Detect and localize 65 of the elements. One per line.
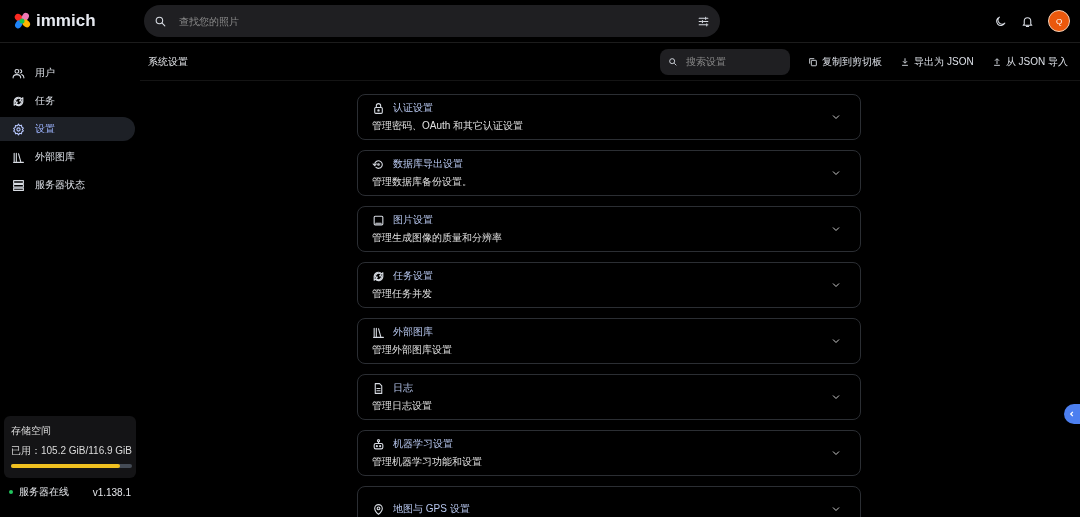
section-title: 机器学习设置 xyxy=(393,437,453,451)
settings-section[interactable]: 认证设置 管理密码、OAuth 和其它认证设置 xyxy=(357,94,861,140)
action-button[interactable]: 复制到剪切板 xyxy=(802,50,889,73)
section-title: 数据库导出设置 xyxy=(393,157,463,171)
sidebar-item[interactable]: 服务器状态 xyxy=(0,173,135,197)
sidebar-item[interactable]: 用户 xyxy=(0,61,135,85)
app-name: immich xyxy=(36,11,96,31)
settings-section[interactable]: 数据库导出设置 管理数据库备份设置。 xyxy=(357,150,861,196)
section-description: 管理外部图库设置 xyxy=(372,343,452,357)
upload-icon xyxy=(991,56,1002,67)
robot-icon xyxy=(372,437,385,451)
section-description: 管理日志设置 xyxy=(372,399,432,413)
image-icon xyxy=(372,213,385,227)
settings-search-input[interactable]: 搜索设置 xyxy=(684,55,783,68)
page-title: 系统设置 xyxy=(148,54,188,69)
sync-icon xyxy=(372,269,385,283)
avatar-button[interactable]: Q xyxy=(1048,10,1070,32)
document-icon xyxy=(372,381,385,395)
action-button[interactable]: 从 JSON 导入 xyxy=(985,50,1074,73)
filter-sliders-icon[interactable] xyxy=(697,14,710,28)
settings-section[interactable]: 任务设置 管理任务并发 xyxy=(357,262,861,308)
section-title: 图片设置 xyxy=(393,213,433,227)
section-description: 管理密码、OAuth 和其它认证设置 xyxy=(372,119,524,133)
moon-icon[interactable] xyxy=(994,14,1007,28)
books-icon xyxy=(372,325,385,339)
settings-section[interactable]: 地图与 GPS 设置 xyxy=(357,486,861,517)
settings-section[interactable]: 机器学习设置 管理机器学习功能和设置 xyxy=(357,430,861,476)
settings-section[interactable]: 外部图库 管理外部图库设置 xyxy=(357,318,861,364)
version-label: v1.138.1 xyxy=(92,486,131,498)
users-icon xyxy=(12,66,25,80)
section-description: 管理生成图像的质量和分辨率 xyxy=(372,231,502,245)
location-pin-icon xyxy=(372,502,385,516)
storage-usage: 已用：105.2 GiB/116.9 GiB xyxy=(11,444,132,458)
section-title: 任务设置 xyxy=(393,269,433,283)
sidebar-item[interactable]: 设置 xyxy=(0,117,135,141)
copy-icon xyxy=(808,56,819,67)
download-icon xyxy=(900,56,911,67)
sidebar-item[interactable]: 任务 xyxy=(0,89,135,113)
action-button[interactable]: 导出为 JSON xyxy=(894,50,980,73)
lock-icon xyxy=(372,101,385,115)
search-field[interactable]: 查找您的照片 xyxy=(144,5,720,37)
sync-icon xyxy=(12,94,25,108)
logo-icon xyxy=(12,11,32,31)
section-title: 外部图库 xyxy=(393,325,433,339)
server-icon xyxy=(12,178,25,192)
section-description: 管理任务并发 xyxy=(372,287,433,301)
section-description: 管理数据库备份设置。 xyxy=(372,175,472,189)
search-input[interactable]: 查找您的照片 xyxy=(177,14,687,28)
storage-title: 存储空间 xyxy=(11,424,52,438)
search-icon xyxy=(154,14,167,28)
collapse-button[interactable] xyxy=(1064,404,1080,424)
bell-icon[interactable] xyxy=(1021,14,1034,28)
gear-icon xyxy=(12,122,25,136)
settings-section[interactable]: 图片设置 管理生成图像的质量和分辨率 xyxy=(357,206,861,252)
restore-icon xyxy=(372,157,385,171)
section-description: 管理机器学习功能和设置 xyxy=(372,455,482,469)
books-icon xyxy=(12,150,25,164)
search-icon xyxy=(668,56,679,67)
settings-search-field[interactable]: 搜索设置 xyxy=(660,48,791,75)
section-title: 日志 xyxy=(393,381,413,395)
settings-section[interactable]: 日志 管理日志设置 xyxy=(357,374,861,420)
section-title: 地图与 GPS 设置 xyxy=(393,502,470,516)
server-status: 服务器在线 xyxy=(19,485,69,499)
sidebar-item[interactable]: 外部图库 xyxy=(0,145,135,169)
section-title: 认证设置 xyxy=(393,101,433,115)
